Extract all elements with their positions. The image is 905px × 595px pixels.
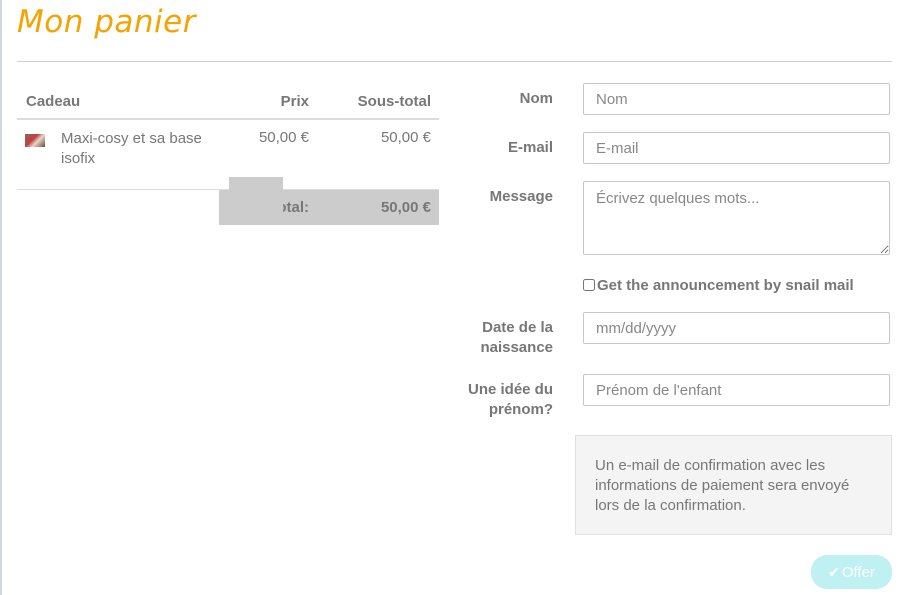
birth-date-input[interactable] <box>583 312 890 344</box>
product-thumbnail <box>25 134 45 147</box>
first-name-idea-label-line2: prénom? <box>488 401 553 418</box>
page-left-border <box>0 0 2 595</box>
offer-button-label: Offer <box>841 563 875 581</box>
cart-table: Cadeau Prix Sous-total Maxi-cosy et sa b… <box>17 84 439 225</box>
first-name-idea-label-line1: Une idée du <box>467 381 553 398</box>
item-subtotal: 50,00 € <box>321 119 439 190</box>
first-name-idea-input[interactable] <box>583 374 890 406</box>
message-textarea[interactable] <box>583 181 890 255</box>
column-header-gift: Cadeau <box>17 84 219 120</box>
email-label: E-mail <box>507 139 553 156</box>
birth-date-label: Date de la naissance <box>480 318 553 358</box>
total-value: 50,00 € <box>321 189 439 225</box>
birth-date-label-line1: Date de la <box>482 319 553 336</box>
item-thumbnail-cell <box>17 119 61 190</box>
confirmation-info-text: Un e-mail de confirmation avec les infor… <box>595 457 850 514</box>
table-row: Maxi-cosy et sa base isofix 50,00 € 50,0… <box>17 119 439 190</box>
first-name-idea-label: Une idée du prénom? <box>468 380 553 420</box>
offer-button[interactable]: ✔ Offer <box>811 555 892 589</box>
confirmation-info-box: Un e-mail de confirmation avec les infor… <box>575 435 892 535</box>
total-shade-extension <box>229 177 283 212</box>
snail-mail-label: Get the announcement by snail mail <box>597 277 854 294</box>
name-label: Nom <box>519 90 553 107</box>
total-row: Total: 50,00 € <box>17 189 439 225</box>
page-title: Mon panier <box>17 4 196 40</box>
title-divider <box>17 61 892 62</box>
email-input[interactable] <box>583 132 890 164</box>
snail-mail-checkbox[interactable] <box>583 279 595 291</box>
item-name: Maxi-cosy et sa base isofix <box>61 119 219 190</box>
column-header-subtotal: Sous-total <box>321 84 439 120</box>
snail-mail-option[interactable]: Get the announcement by snail mail <box>583 277 854 294</box>
name-input[interactable] <box>583 83 890 115</box>
column-header-price: Prix <box>219 84 321 120</box>
cart-header-row: Cadeau Prix Sous-total <box>17 84 439 120</box>
message-label: Message <box>489 188 553 205</box>
check-icon: ✔ <box>828 564 840 580</box>
birth-date-label-line2: naissance <box>480 339 553 356</box>
